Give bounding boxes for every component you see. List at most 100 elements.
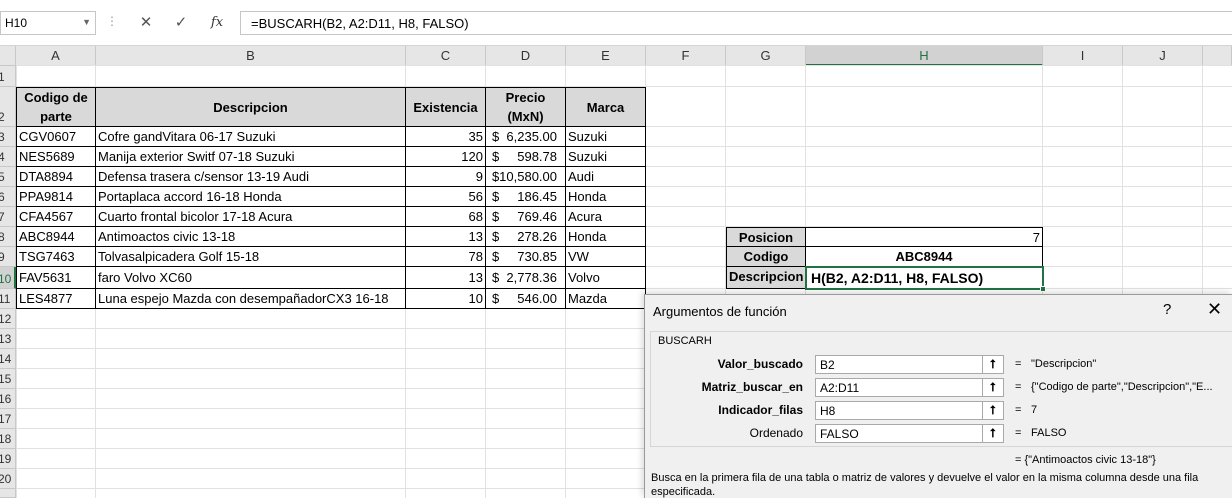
cell-precio[interactable]: $6,235.00 (486, 127, 566, 147)
column-header-b[interactable]: B (96, 46, 406, 66)
column-header-f[interactable]: F (646, 46, 726, 66)
cancel-formula-button[interactable]: ✕ (134, 12, 158, 34)
cell-marca[interactable]: Mazda (566, 289, 646, 309)
row-header-3[interactable]: 3 (0, 127, 16, 147)
cell-existencia[interactable]: 56 (406, 187, 486, 207)
descripcion-label[interactable]: Descripcion (726, 267, 806, 289)
table-header-descripcion[interactable]: Descripcion (96, 87, 406, 127)
help-button[interactable]: ? (1163, 301, 1171, 318)
cell-precio[interactable]: $769.46 (486, 207, 566, 227)
row-header-19[interactable]: 19 (0, 449, 16, 469)
row-header-16[interactable]: 16 (0, 389, 16, 409)
column-header-a[interactable]: A (16, 46, 96, 66)
cell-codigo[interactable]: DTA8894 (16, 167, 96, 187)
cell-descripcion[interactable]: Luna espejo Mazda con desempañadorCX3 16… (96, 289, 406, 309)
cell-marca[interactable]: Honda (566, 227, 646, 247)
cell-precio[interactable]: $2,778.36 (486, 267, 566, 289)
cell-descripcion[interactable]: Portaplaca accord 16-18 Honda (96, 187, 406, 207)
row-header-1[interactable]: 1 (0, 66, 16, 87)
column-header-c[interactable]: C (406, 46, 486, 66)
indicador-filas-input[interactable]: H8 (815, 401, 983, 420)
table-header-existencia[interactable]: Existencia (406, 87, 486, 127)
active-cell-h10[interactable]: H(B2, A2:D11, H8, FALSO) (805, 266, 1044, 290)
column-header-g[interactable]: G (726, 46, 806, 66)
row-header-18[interactable]: 18 (0, 429, 16, 449)
cell-precio[interactable]: $278.26 (486, 227, 566, 247)
row-header-14[interactable]: 14 (0, 349, 16, 369)
table-header-marca[interactable]: Marca (566, 87, 646, 127)
cell-existencia[interactable]: 9 (406, 167, 486, 187)
fill-handle[interactable] (1040, 286, 1046, 292)
cell-existencia[interactable]: 10 (406, 289, 486, 309)
cell-descripcion[interactable]: Defensa trasera c/sensor 13-19 Audi (96, 167, 406, 187)
column-header-j[interactable]: J (1123, 46, 1203, 66)
cell-descripcion[interactable]: Cofre gandVitara 06-17 Suzuki (96, 127, 406, 147)
codigo-value[interactable]: ABC8944 (806, 247, 1043, 267)
formula-input[interactable]: =BUSCARH(B2, A2:D11, H8, FALSO) (240, 11, 1232, 35)
cell-descripcion[interactable]: Cuarto frontal bicolor 17-18 Acura (96, 207, 406, 227)
column-header-h[interactable]: H (806, 46, 1043, 66)
select-all-corner[interactable] (0, 46, 16, 66)
row-header-17[interactable]: 17 (0, 409, 16, 429)
name-box[interactable]: H10 ▼ (0, 11, 96, 35)
cell-marca[interactable]: Acura (566, 207, 646, 227)
range-picker-valor-buscado[interactable]: ⭡ (982, 355, 1004, 374)
cell-descripcion[interactable]: Tolvasalpicadera Golf 15-18 (96, 247, 406, 267)
column-header-e[interactable]: E (566, 46, 646, 66)
cell-descripcion[interactable]: faro Volvo XC60 (96, 267, 406, 289)
cell-marca[interactable]: VW (566, 247, 646, 267)
row-header-2[interactable]: 2 (0, 87, 16, 127)
posicion-label[interactable]: Posicion (726, 227, 806, 247)
cell-descripcion[interactable]: Manija exterior Switf 07-18 Suzuki (96, 147, 406, 167)
cell-marca[interactable]: Honda (566, 187, 646, 207)
range-picker-matriz-buscar-en[interactable]: ⭡ (982, 378, 1004, 397)
table-header-precio[interactable]: Precio (MxN) (486, 87, 566, 127)
cell-codigo[interactable]: CGV0607 (16, 127, 96, 147)
cell-existencia[interactable]: 68 (406, 207, 486, 227)
insert-function-button[interactable]: fx (205, 12, 229, 34)
cell-precio[interactable]: $730.85 (486, 247, 566, 267)
row-header-12[interactable]: 12 (0, 309, 16, 329)
row-header-20[interactable]: 20 (0, 469, 16, 489)
cell-codigo[interactable]: LES4877 (16, 289, 96, 309)
row-header-6[interactable]: 6 (0, 187, 16, 207)
cell-codigo[interactable]: FAV5631 (16, 267, 96, 289)
range-picker-indicador-filas[interactable]: ⭡ (982, 401, 1004, 420)
column-header-i[interactable]: I (1043, 46, 1123, 66)
cell-codigo[interactable]: CFA4567 (16, 207, 96, 227)
cell-precio[interactable]: $186.45 (486, 187, 566, 207)
column-header-d[interactable]: D (486, 46, 566, 66)
cell-existencia[interactable]: 78 (406, 247, 486, 267)
cell-marca[interactable]: Audi (566, 167, 646, 187)
codigo-label[interactable]: Codigo (726, 247, 806, 267)
row-header-13[interactable]: 13 (0, 329, 16, 349)
range-picker-ordenado[interactable]: ⭡ (982, 424, 1004, 443)
row-header-7[interactable]: 7 (0, 207, 16, 227)
enter-formula-button[interactable]: ✓ (169, 12, 193, 34)
row-header-9[interactable]: 9 (0, 247, 16, 267)
row-header-10[interactable]: 10 (0, 267, 16, 289)
chevron-down-icon[interactable]: ▼ (82, 17, 91, 27)
row-header-15[interactable]: 15 (0, 369, 16, 389)
cell-marca[interactable]: Volvo (566, 267, 646, 289)
row-header-4[interactable]: 4 (0, 147, 16, 167)
cell-codigo[interactable]: PPA9814 (16, 187, 96, 207)
cell-precio[interactable]: $10,580.00 (486, 167, 566, 187)
close-dialog-button[interactable]: ✕ (1207, 299, 1222, 320)
row-header-11[interactable]: 11 (0, 289, 16, 309)
valor-buscado-input[interactable]: B2 (815, 355, 983, 374)
row-header-8[interactable]: 8 (0, 227, 16, 247)
cell-codigo[interactable]: NES5689 (16, 147, 96, 167)
table-header-codigo[interactable]: Codigo de parte (16, 87, 96, 127)
cell-existencia[interactable]: 13 (406, 227, 486, 247)
cell-descripcion[interactable]: Antimoactos civic 13-18 (96, 227, 406, 247)
matriz-buscar-en-input[interactable]: A2:D11 (815, 378, 983, 397)
column-header-k[interactable] (1203, 46, 1232, 66)
cell-marca[interactable]: Suzuki (566, 147, 646, 167)
cell-precio[interactable]: $598.78 (486, 147, 566, 167)
posicion-value[interactable]: 7 (806, 227, 1043, 247)
cell-codigo[interactable]: TSG7463 (16, 247, 96, 267)
cell-existencia[interactable]: 120 (406, 147, 486, 167)
cell-existencia[interactable]: 13 (406, 267, 486, 289)
row-header-5[interactable]: 5 (0, 167, 16, 187)
